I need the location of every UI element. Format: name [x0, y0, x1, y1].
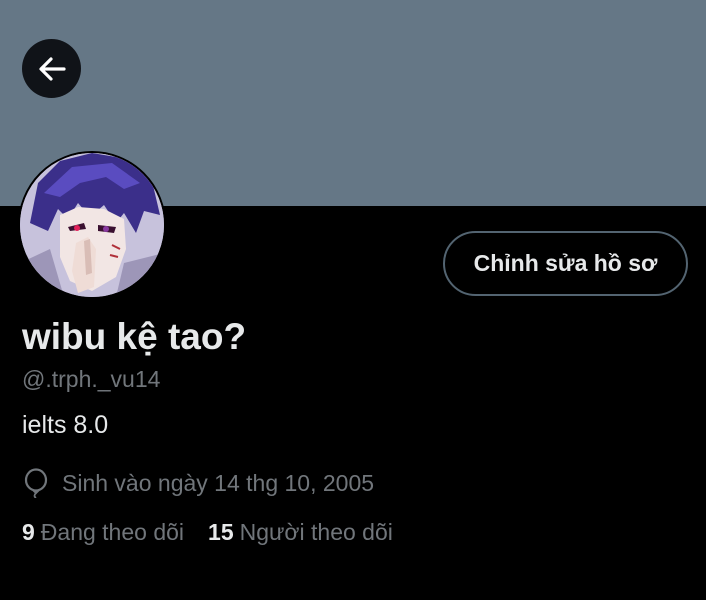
following-link[interactable]: 9 Đang theo dõi: [22, 519, 184, 546]
balloon-icon: [22, 468, 50, 498]
avatar[interactable]: [18, 151, 166, 299]
back-button[interactable]: [22, 39, 81, 98]
user-handle: @.trph._vu14: [22, 366, 161, 392]
birth-date-text: Sinh vào ngày 14 thg 10, 2005: [62, 469, 375, 496]
display-name: wibu kệ tao?: [22, 316, 247, 357]
birth-date: Sinh vào ngày 14 thg 10, 2005: [22, 466, 374, 500]
following-label: Đang theo dõi: [40, 519, 185, 545]
follow-stats: 9 Đang theo dõi 15 Người theo dõi: [22, 519, 393, 546]
edit-profile-button[interactable]: Chỉnh sửa hồ sơ: [443, 231, 688, 296]
following-count: 9: [22, 519, 35, 545]
anime-avatar-image: [20, 153, 164, 297]
followers-count: 15: [208, 519, 234, 545]
followers-label: Người theo dõi: [239, 519, 393, 545]
edit-profile-label: Chỉnh sửa hồ sơ: [473, 250, 658, 276]
arrow-left-icon: [38, 56, 66, 81]
profile-bio: ielts 8.0: [22, 411, 109, 439]
followers-link[interactable]: 15 Người theo dõi: [208, 519, 393, 546]
